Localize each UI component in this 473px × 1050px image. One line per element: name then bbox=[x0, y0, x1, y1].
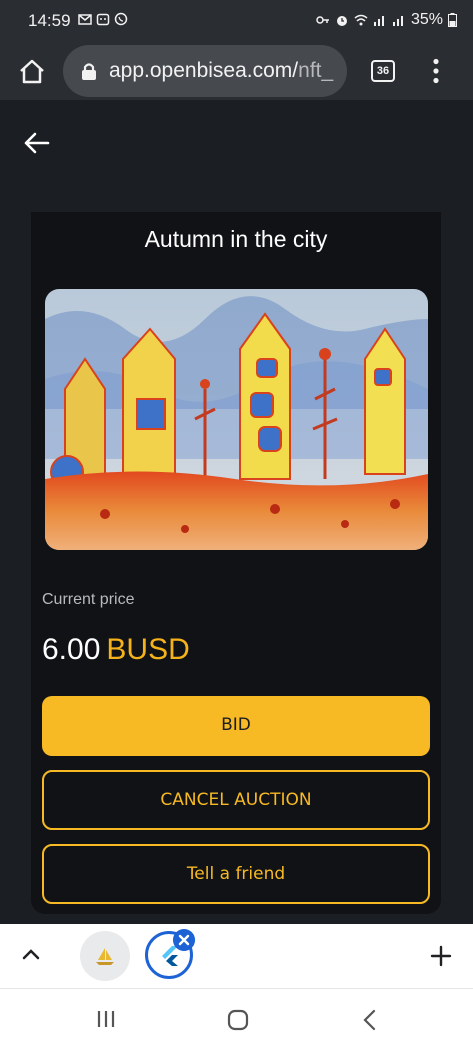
address-bar[interactable]: app.openbisea.com/nft_ bbox=[63, 45, 347, 97]
nft-artwork-image[interactable] bbox=[45, 289, 428, 550]
signal-icon-2 bbox=[392, 16, 403, 26]
system-icons: 35% bbox=[316, 11, 457, 29]
more-menu-icon[interactable] bbox=[428, 58, 444, 84]
chevron-up-icon[interactable] bbox=[22, 948, 40, 960]
new-tab-plus-icon[interactable] bbox=[430, 945, 452, 967]
browser-toolbar: app.openbisea.com/nft_ 36 bbox=[0, 42, 473, 100]
recent-apps-icon[interactable] bbox=[96, 1009, 116, 1029]
battery-icon bbox=[448, 13, 457, 27]
url-path: nft_ bbox=[298, 59, 334, 82]
battery-percent: 35% bbox=[410, 11, 443, 28]
viber-icon bbox=[114, 12, 128, 26]
url-domain: app.openbisea.com/ bbox=[109, 59, 299, 82]
mail-icon bbox=[78, 14, 92, 25]
tab-strip bbox=[0, 924, 473, 988]
home-icon[interactable] bbox=[18, 58, 46, 84]
app-icon bbox=[96, 13, 110, 26]
current-price-label: Current price bbox=[42, 591, 135, 608]
home-button-icon[interactable] bbox=[227, 1009, 249, 1031]
url-text[interactable]: app.openbisea.com/nft_ bbox=[109, 59, 339, 83]
sailboat-icon bbox=[96, 948, 114, 965]
status-time: 14:59 bbox=[28, 11, 71, 30]
price-value: 6.00 bbox=[42, 633, 101, 666]
key-icon bbox=[316, 16, 329, 24]
nft-title: Autumn in the city bbox=[144, 226, 328, 252]
back-arrow-icon[interactable] bbox=[22, 131, 50, 155]
alarm-icon bbox=[336, 16, 347, 26]
auction-card: Current price 6.00 BUSD BID CANCEL AUCTIO… bbox=[31, 577, 441, 914]
cancel-auction-button[interactable]: CANCEL AUCTION bbox=[42, 770, 430, 830]
page-content: Autumn in the city Current price 6.00 BU… bbox=[0, 100, 473, 924]
tab-thumbnail[interactable] bbox=[80, 931, 130, 981]
notification-icons bbox=[78, 12, 128, 26]
close-tab-icon[interactable] bbox=[173, 929, 195, 951]
current-price: 6.00 BUSD bbox=[42, 633, 190, 667]
signal-icon bbox=[373, 16, 384, 26]
tell-a-friend-button[interactable]: Tell a friend bbox=[42, 844, 430, 904]
tab-switcher-button[interactable]: 36 bbox=[371, 60, 395, 82]
wifi-icon bbox=[354, 14, 368, 26]
bid-button[interactable]: BID bbox=[42, 696, 430, 756]
lock-icon bbox=[82, 63, 96, 80]
status-bar: 14:59 35% bbox=[0, 0, 473, 42]
back-button-icon[interactable] bbox=[362, 1009, 376, 1031]
price-currency: BUSD bbox=[106, 633, 190, 666]
system-nav-bar bbox=[0, 988, 473, 1050]
